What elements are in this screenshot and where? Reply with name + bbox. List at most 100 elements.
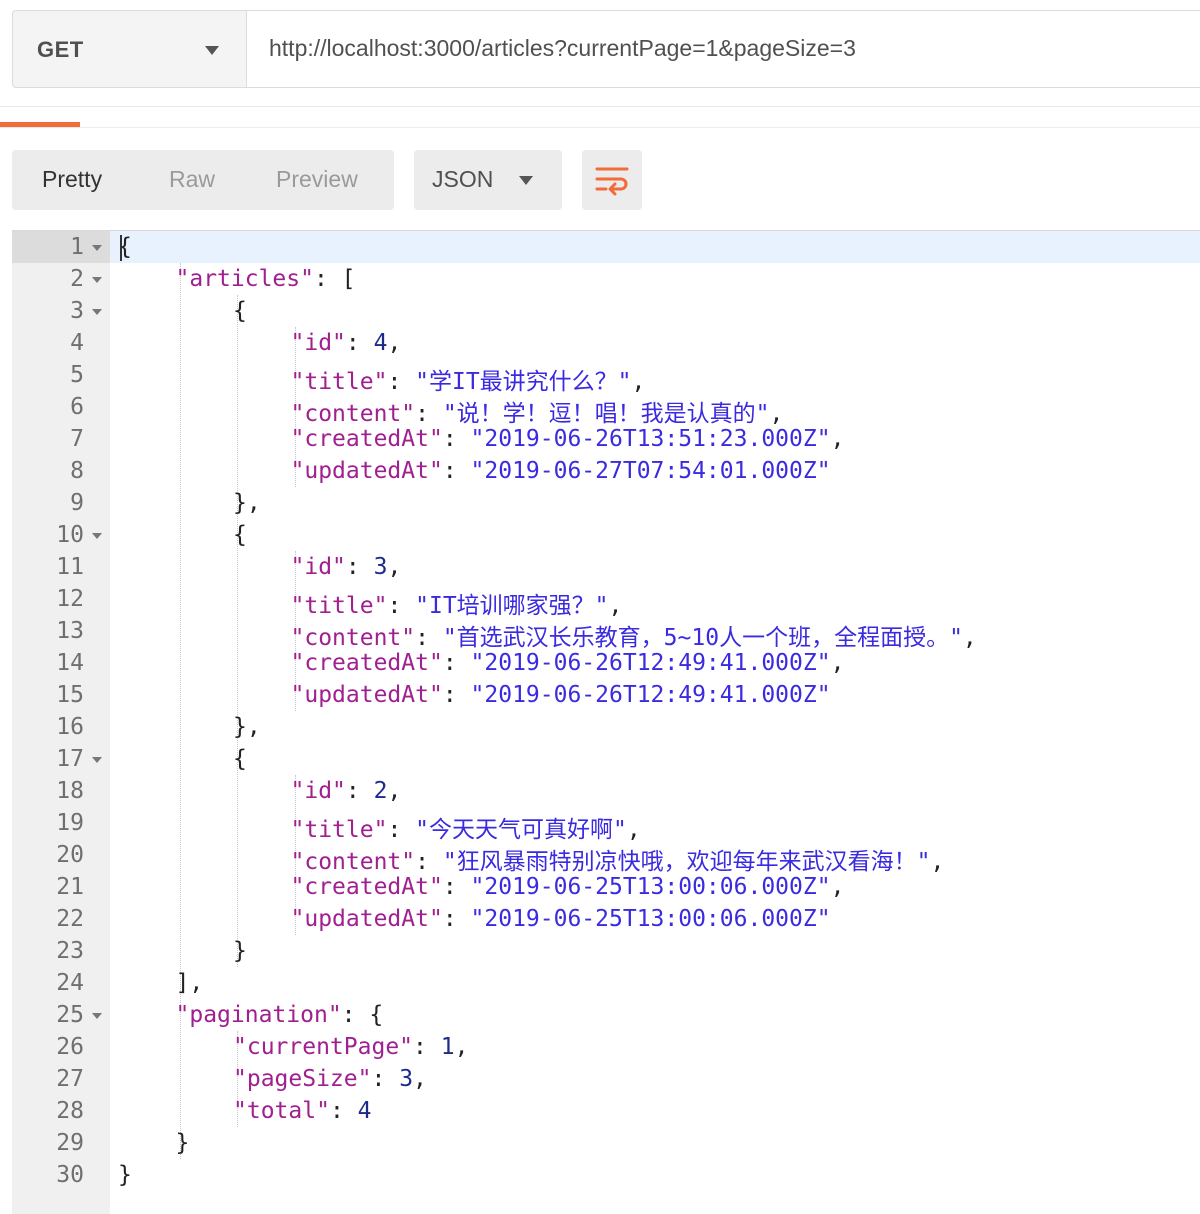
code-line: 14 "createdAt": "2019-06-26T12:49:41.000Z…: [12, 647, 1200, 679]
json-punct: :: [345, 554, 374, 580]
code-line: 20 "content": "狂风暴雨特别凉快哦，欢迎每年来武汉看海！",: [12, 839, 1200, 875]
code-text: },: [233, 714, 261, 740]
json-key: "createdAt": [290, 426, 443, 452]
line-number: 16: [56, 714, 84, 740]
json-number: 4: [357, 1098, 372, 1124]
json-punct: },: [233, 714, 261, 740]
line-number: 23: [56, 938, 84, 964]
response-body-editor[interactable]: 1{2 "articles": [3{4 "id": 4, 5 "title": "学I…: [12, 230, 1200, 1214]
json-number: 1: [440, 1034, 455, 1060]
json-punct: ,: [830, 650, 845, 676]
line-number: 12: [56, 586, 84, 612]
json-number: 3: [373, 554, 388, 580]
preview-button[interactable]: Preview: [276, 166, 358, 193]
json-punct: :: [371, 1066, 400, 1092]
view-mode-group: Pretty Raw Preview: [12, 150, 394, 210]
code-text: "createdAt": "2019-06-26T13:51:23.000Z",: [291, 426, 845, 452]
code-line: 7 "createdAt": "2019-06-26T13:51:23.000Z"…: [12, 423, 1200, 455]
code-text: "id": 2,: [291, 778, 402, 804]
code-line: 18 "id": 2,: [12, 775, 1200, 807]
json-key: "updatedAt": [290, 458, 443, 484]
fold-toggle-icon[interactable]: [92, 245, 102, 251]
json-string: "2019-06-26T12:49:41.000Z": [470, 650, 831, 676]
code-line: 30}: [12, 1159, 1200, 1191]
format-select[interactable]: JSON: [414, 150, 562, 210]
fold-toggle-icon[interactable]: [92, 309, 102, 315]
method-label: GET: [37, 37, 84, 62]
code-line: 29}: [12, 1127, 1200, 1159]
json-punct: :: [442, 458, 471, 484]
json-punct: :: [345, 330, 374, 356]
json-string: "2019-06-25T13:00:06.000Z": [470, 874, 831, 900]
line-number: 26: [56, 1034, 84, 1060]
fold-toggle-icon[interactable]: [92, 1013, 102, 1019]
pretty-button[interactable]: Pretty: [42, 166, 102, 193]
json-string: "2019-06-27T07:54:01.000Z": [470, 458, 831, 484]
line-number: 22: [56, 906, 84, 932]
code-line: 19 "title": "今天天气可真好啊",: [12, 807, 1200, 843]
code-line: 6 "content": "说！学！逗！唱！我是认真的",: [12, 391, 1200, 427]
code-line: 5 "title": "学IT最讲究什么？",: [12, 359, 1200, 395]
json-key: "pageSize": [233, 1066, 372, 1092]
json-key: "total": [233, 1098, 330, 1124]
code-text: "updatedAt": "2019-06-26T12:49:41.000Z": [291, 682, 831, 708]
code-line: 9},: [12, 487, 1200, 519]
code-line: 13 "content": "首选武汉长乐教育，5~10人一个班，全程面授。",: [12, 615, 1200, 651]
json-punct: }: [233, 938, 247, 964]
json-punct: :: [442, 426, 471, 452]
line-number: 30: [56, 1162, 84, 1188]
json-punct: :: [413, 1034, 441, 1060]
json-key: "id": [290, 778, 346, 804]
line-number: 18: [56, 778, 84, 804]
code-text: "updatedAt": "2019-06-25T13:00:06.000Z": [291, 906, 831, 932]
fold-toggle-icon[interactable]: [92, 533, 102, 539]
json-key: "pagination": [175, 1002, 342, 1028]
code-text: "articles": [: [176, 266, 356, 292]
json-punct: ,: [413, 1066, 427, 1092]
json-key: "createdAt": [290, 874, 443, 900]
json-punct: ],: [175, 970, 204, 996]
fold-toggle-icon[interactable]: [92, 757, 102, 763]
url-text: http://localhost:3000/articles?currentPa…: [269, 35, 856, 61]
raw-button[interactable]: Raw: [169, 166, 215, 193]
json-punct: },: [233, 490, 261, 516]
code-line: 1{: [12, 231, 1200, 263]
chevron-down-icon: [205, 46, 219, 55]
wrap-lines-icon: [595, 167, 629, 196]
json-punct: : {: [341, 1002, 384, 1028]
json-string: "2019-06-26T13:51:23.000Z": [470, 426, 831, 452]
json-punct: ,: [387, 330, 402, 356]
line-number: 15: [56, 682, 84, 708]
code-line: 17 {: [12, 743, 1200, 775]
line-number: 21: [56, 874, 84, 900]
line-number: 14: [56, 650, 84, 676]
code-line: 22 "updatedAt": "2019-06-25T13:00:06.000Z…: [12, 903, 1200, 935]
method-select[interactable]: GET: [12, 10, 246, 88]
line-number: 20: [56, 842, 84, 868]
line-number: 1: [70, 234, 84, 260]
json-punct: :: [442, 906, 471, 932]
json-punct: {: [233, 522, 247, 548]
json-punct: :: [345, 778, 374, 804]
json-key: "createdAt": [290, 650, 443, 676]
line-number: 13: [56, 618, 84, 644]
json-punct: :: [442, 874, 471, 900]
code-line: 23}: [12, 935, 1200, 967]
code-line: 15 "updatedAt": "2019-06-26T12:49:41.000Z…: [12, 679, 1200, 711]
code-text: "total": 4: [233, 1098, 372, 1124]
line-number: 11: [56, 554, 84, 580]
wrap-lines-button[interactable]: [582, 150, 642, 210]
code-line: 21 "createdAt": "2019-06-25T13:00:06.000Z…: [12, 871, 1200, 903]
code-line: 2 "articles": [: [12, 263, 1200, 295]
line-number: 10: [56, 522, 84, 548]
line-number: 28: [56, 1098, 84, 1124]
code-line: 10 {: [12, 519, 1200, 551]
code-line: 11 "id": 3,: [12, 551, 1200, 583]
text-cursor: [120, 235, 122, 261]
line-number: 17: [56, 746, 84, 772]
url-input[interactable]: http://localhost:3000/articles?currentPa…: [246, 10, 1200, 88]
fold-toggle-icon[interactable]: [92, 277, 102, 283]
line-number: 4: [70, 330, 84, 356]
code-text: "currentPage": 1,: [233, 1034, 468, 1060]
json-punct: {: [233, 298, 247, 324]
